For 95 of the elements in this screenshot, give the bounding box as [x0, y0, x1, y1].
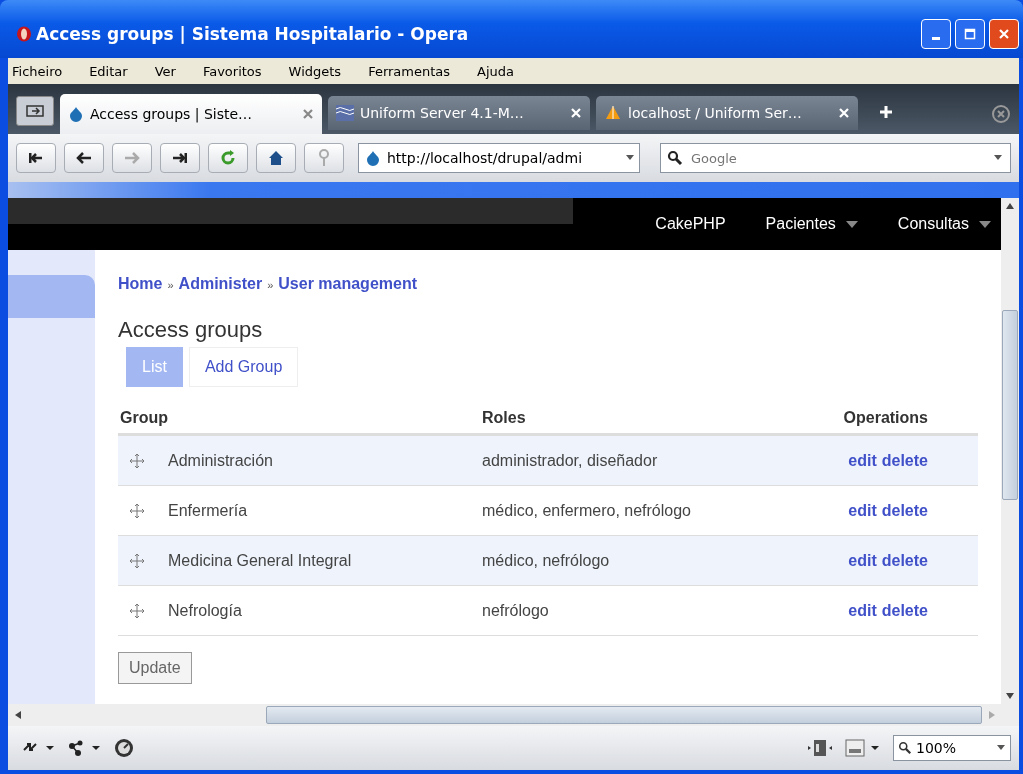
window-title: Access groups | Sistema Hospitalario - Opera	[36, 24, 470, 44]
drag-handle-icon[interactable]	[130, 453, 144, 468]
scroll-thumb[interactable]	[266, 706, 982, 724]
caret-icon[interactable]	[979, 220, 991, 228]
menu-item[interactable]: Widgets	[288, 63, 355, 79]
operation-link[interactable]: delete	[881, 501, 928, 520]
table-cell: Nefrología	[168, 601, 242, 620]
tab[interactable]: Add Group	[188, 347, 299, 387]
breadcrumb-separator: »	[267, 279, 274, 291]
search-icon	[898, 741, 912, 755]
rewind-button[interactable]	[16, 143, 56, 173]
table-cell: nefrólogo	[482, 601, 549, 619]
fast-forward-icon	[172, 151, 188, 165]
search-icon	[667, 150, 683, 166]
back-arrow-icon	[76, 151, 92, 165]
breadcrumb-link[interactable]: Administer	[178, 275, 263, 293]
column-header: Operations	[843, 409, 928, 426]
close-icon[interactable]	[302, 108, 314, 120]
operation-link[interactable]: delete	[881, 601, 928, 620]
horizontal-scrollbar[interactable]	[8, 704, 1019, 726]
close-button[interactable]	[989, 19, 1019, 49]
new-tab-icon[interactable]	[878, 104, 894, 120]
reload-button[interactable]	[208, 143, 248, 173]
sailboat-icon	[604, 105, 622, 121]
scroll-up-icon[interactable]	[1005, 202, 1015, 210]
minimize-button[interactable]	[921, 19, 951, 49]
zoom-field[interactable]: 100%	[893, 735, 1011, 761]
table-cell: médico, enfermero, nefrólogo	[482, 501, 691, 519]
image-icon[interactable]	[845, 739, 881, 757]
url-text: http://localhost/drupal/admi	[387, 150, 584, 166]
drop-icon	[68, 106, 84, 122]
closed-tabs-icon[interactable]	[989, 102, 1011, 124]
browser-tab[interactable]: Access groups | Siste…	[60, 94, 322, 134]
minimize-icon	[932, 36, 940, 40]
menu-item[interactable]: Ajuda	[477, 63, 528, 79]
breadcrumb-link[interactable]: Home	[118, 275, 163, 293]
operation-link[interactable]: edit	[848, 451, 877, 470]
reload-icon	[220, 150, 236, 166]
page-title: Access groups	[118, 317, 264, 343]
operation-link[interactable]: delete	[881, 551, 928, 570]
close-icon	[998, 28, 1010, 40]
breadcrumb-link[interactable]: User management	[278, 275, 417, 293]
drag-handle-icon[interactable]	[130, 503, 144, 518]
menu-item[interactable]: Ficheiro	[12, 63, 76, 79]
dropdown-arrow-icon[interactable]	[993, 155, 1003, 161]
nav-menu-item[interactable]: CakePHP	[655, 215, 726, 233]
drag-handle-icon[interactable]	[130, 553, 144, 568]
home-button[interactable]	[256, 143, 296, 173]
table-cell: médico, nefrólogo	[482, 551, 610, 569]
menu-item[interactable]: Ferramentas	[368, 63, 464, 79]
maximize-icon	[964, 28, 976, 40]
scroll-thumb[interactable]	[1002, 310, 1018, 500]
network-icon[interactable]	[68, 740, 102, 756]
column-header: Group	[120, 409, 168, 426]
scroll-left-icon[interactable]	[14, 710, 22, 720]
operation-link[interactable]: edit	[848, 501, 877, 520]
maximize-button[interactable]	[955, 19, 985, 49]
home-icon	[268, 150, 284, 166]
caret-icon[interactable]	[845, 220, 858, 228]
operation-link[interactable]: delete	[881, 451, 928, 470]
column-header: Roles	[482, 409, 526, 426]
browser-tab[interactable]: localhost / Uniform Ser…	[596, 96, 858, 130]
scroll-down-icon[interactable]	[1005, 692, 1015, 700]
fast-forward-button[interactable]	[160, 143, 200, 173]
dropdown-arrow-icon[interactable]	[996, 745, 1006, 751]
menu-item[interactable]: Ver	[154, 63, 189, 79]
nav-menu-item[interactable]: Pacientes	[765, 215, 858, 233]
drag-handle-icon[interactable]	[130, 603, 144, 618]
nav-menu-item[interactable]: Consultas	[897, 215, 991, 233]
dropdown-arrow-icon[interactable]	[625, 155, 635, 161]
back-button[interactable]	[64, 143, 104, 173]
forward-arrow-icon	[124, 151, 140, 165]
menu-item[interactable]: Editar	[89, 63, 141, 79]
zoom-level: 100%	[916, 740, 958, 756]
operation-link[interactable]: edit	[848, 551, 877, 570]
rewind-icon	[28, 151, 44, 165]
breadcrumb-separator: »	[167, 279, 174, 291]
update-button[interactable]: Update	[118, 652, 192, 684]
page-icon[interactable]	[807, 738, 833, 758]
browser-tab[interactable]: Uniform Server 4.1-M…	[328, 96, 590, 130]
opera-logo-icon	[16, 25, 32, 43]
gauge-icon[interactable]	[114, 738, 134, 758]
vertical-scrollbar[interactable]	[1001, 198, 1019, 704]
menu-item[interactable]: Favoritos	[202, 63, 275, 79]
search-field[interactable]: Google	[660, 143, 1011, 173]
table-cell: Administración	[168, 451, 273, 470]
table-cell: Medicina General Integral	[168, 551, 352, 570]
address-field[interactable]: http://localhost/drupal/admi	[358, 143, 640, 173]
key-icon	[318, 149, 330, 167]
drop-icon	[365, 150, 381, 166]
panel-toggle-button[interactable]	[16, 96, 54, 126]
wave-icon	[336, 105, 354, 121]
table-cell: administrador, diseñador	[482, 451, 658, 469]
operation-link[interactable]: edit	[848, 601, 877, 620]
table-cell: Enfermería	[168, 501, 248, 520]
